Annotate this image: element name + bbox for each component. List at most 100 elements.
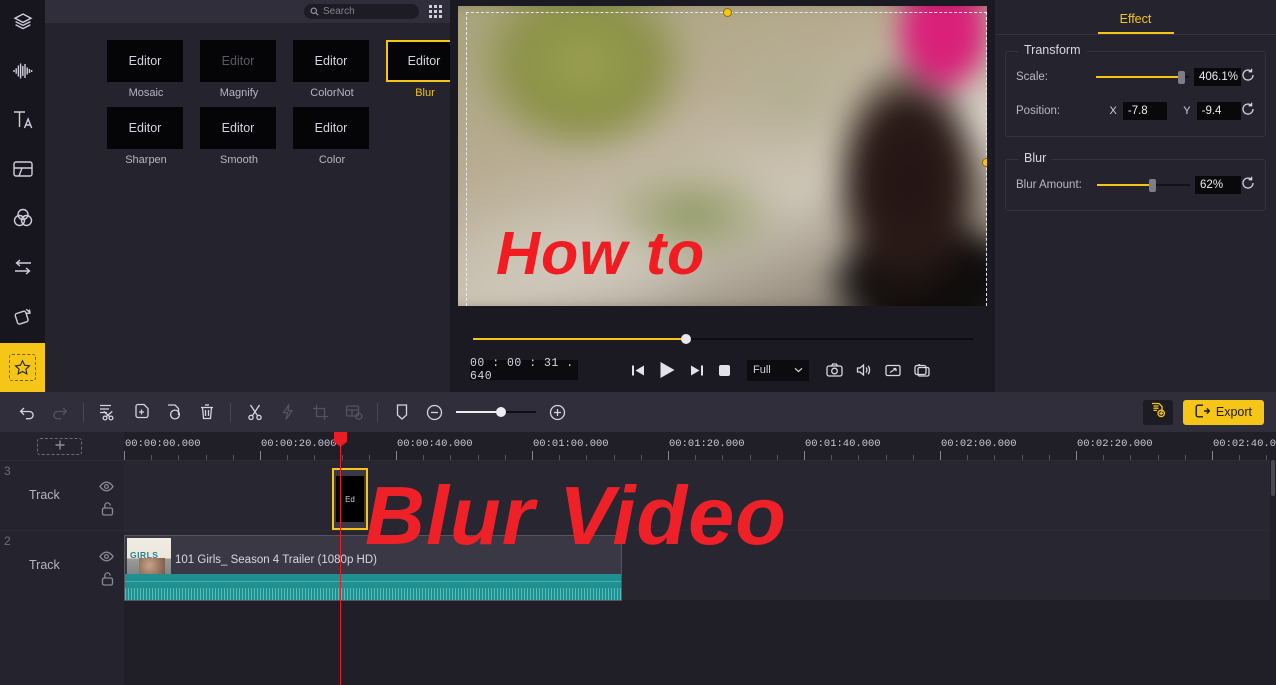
sidebar-item-media-library[interactable] [0, 0, 45, 49]
timeline-ruler[interactable]: 00:00:00.000 00:00:20.000 00:00:40.000 0… [124, 432, 1276, 460]
split-screen-icon [11, 157, 35, 186]
effect-item-color[interactable]: Editor Color [293, 107, 371, 166]
timeline-toolbar: Export [0, 392, 1276, 432]
position-y-field[interactable]: -9.4 [1196, 102, 1242, 120]
effect-item-colornot[interactable]: Editor ColorNot [293, 40, 371, 99]
effect-item-sharpen[interactable]: Editor Sharpen [107, 107, 185, 166]
effect-item-smooth[interactable]: Editor Smooth [200, 107, 278, 166]
sidebar-item-titles[interactable] [0, 98, 45, 147]
delete-button[interactable] [190, 392, 223, 432]
effects-grid: Editor Mosaic Editor Magnify Editor Colo… [45, 23, 462, 166]
sidebar-item-transitions[interactable] [0, 245, 45, 294]
zoom-out-button[interactable] [418, 392, 451, 432]
properties-panel: Effect Transform Scale: 406.1% Position:… [995, 0, 1276, 392]
effect-label: Magnify [219, 87, 259, 99]
effect-label: Mosaic [128, 87, 164, 99]
timeline: 00:00:00.000 00:00:20.000 00:00:40.000 0… [0, 432, 1276, 685]
add-clip-button[interactable] [124, 392, 157, 432]
effect-item-mosaic[interactable]: Editor Mosaic [107, 40, 185, 99]
sidebar-item-split-screen[interactable] [0, 147, 45, 196]
quality-dropdown[interactable]: Full [747, 359, 809, 381]
pip-button[interactable] [914, 363, 930, 377]
unlock-icon[interactable] [101, 572, 114, 591]
transitions-arrows-icon [11, 255, 35, 284]
fullscreen-button[interactable] [885, 364, 901, 377]
undo-button[interactable] [10, 392, 43, 432]
properties-tabs: Effect [995, 0, 1276, 35]
add-track-button[interactable] [37, 438, 82, 455]
freeze-frame-button[interactable] [337, 392, 370, 432]
eye-icon[interactable] [99, 479, 114, 497]
blur-amount-label: Blur Amount: [1016, 179, 1082, 191]
preview-scrubber[interactable] [458, 334, 987, 344]
scale-value-field[interactable]: 406.1% [1194, 68, 1241, 86]
volume-button[interactable] [856, 363, 872, 377]
eye-icon[interactable] [99, 549, 114, 567]
track-name: Track [29, 557, 60, 572]
next-frame-button[interactable] [690, 364, 704, 377]
blur-legend: Blur [1018, 151, 1053, 165]
speed-button[interactable] [271, 392, 304, 432]
sidebar-item-effects[interactable] [0, 343, 45, 392]
position-reset-button[interactable] [1241, 102, 1255, 121]
marker-button[interactable] [385, 392, 418, 432]
track-header: 3 Track [0, 461, 124, 530]
split-clip-button[interactable] [91, 392, 124, 432]
scrubber-handle[interactable] [681, 334, 691, 344]
snapshot-button[interactable] [826, 363, 843, 377]
search-input[interactable] [323, 6, 413, 17]
play-button[interactable] [659, 361, 676, 379]
tab-effect[interactable]: Effect [1097, 12, 1174, 34]
transport-controls: 00 : 00 : 31 . 640 Full [458, 357, 987, 383]
timeline-zoom-slider[interactable] [456, 405, 536, 419]
blur-section: Blur Blur Amount: 62% [1005, 151, 1266, 211]
render-preview-button[interactable] [1142, 399, 1173, 425]
effect-clip-label: Ed [345, 494, 355, 504]
redo-button[interactable] [43, 392, 76, 432]
timeline-clip-video[interactable]: GIRLS 101 Girls_ Season 4 Trailer (1080p… [124, 535, 622, 601]
zoom-in-button[interactable] [541, 392, 574, 432]
export-button[interactable]: Export [1182, 399, 1264, 425]
sidebar-item-filters[interactable] [0, 196, 45, 245]
scale-reset-button[interactable] [1241, 68, 1255, 87]
video-preview[interactable]: How to [458, 6, 987, 306]
blur-reset-button[interactable] [1241, 176, 1255, 195]
blur-amount-slider[interactable] [1096, 178, 1190, 192]
timeline-clip-effect[interactable]: Ed [332, 468, 368, 530]
ruler-label: 00:00:20.000 [261, 438, 337, 450]
crop-button[interactable] [304, 392, 337, 432]
color-circles-icon [11, 206, 35, 235]
blur-slider-handle[interactable] [1148, 179, 1156, 192]
cut-button[interactable] [238, 392, 271, 432]
duplicate-clip-button[interactable] [157, 392, 190, 432]
track-lane[interactable]: Ed [124, 461, 1276, 530]
stop-button[interactable] [718, 364, 731, 377]
effect-item-magnify[interactable]: Editor Magnify [200, 40, 278, 99]
audio-wave-icon [11, 59, 35, 88]
effect-thumbnail: Editor [200, 40, 276, 82]
track-lane[interactable]: GIRLS 101 Girls_ Season 4 Trailer (1080p… [124, 531, 1276, 601]
effect-label: Smooth [220, 154, 258, 166]
search-field[interactable] [304, 4, 419, 19]
previous-frame-button[interactable] [631, 364, 645, 377]
unlock-icon[interactable] [101, 502, 114, 521]
effect-label: Color [318, 154, 346, 166]
preview-panel: How to 00 : 00 : 31 . 640 Full [450, 0, 995, 392]
playhead[interactable] [334, 432, 347, 685]
scale-slider[interactable] [1096, 70, 1190, 84]
ruler-label: 00:02:00.000 [941, 438, 1017, 450]
zoom-slider-handle[interactable] [496, 407, 506, 417]
ruler-label: 00:01:40.000 [805, 438, 881, 450]
sidebar-item-audio[interactable] [0, 49, 45, 98]
chevron-down-icon [794, 364, 803, 376]
effect-thumbnail: Editor [107, 40, 183, 82]
sidebar-item-motion[interactable] [0, 294, 45, 343]
blur-value-field[interactable]: 62% [1195, 176, 1241, 194]
effect-thumbnail: Editor [107, 107, 183, 149]
scale-slider-handle[interactable] [1178, 71, 1186, 84]
scale-slider-fill [1096, 76, 1181, 78]
timeline-scrollbar[interactable] [1270, 460, 1276, 685]
position-x-field[interactable]: -7.8 [1122, 102, 1168, 120]
grid-view-icon[interactable] [429, 5, 442, 18]
scale-label: Scale: [1016, 71, 1048, 83]
